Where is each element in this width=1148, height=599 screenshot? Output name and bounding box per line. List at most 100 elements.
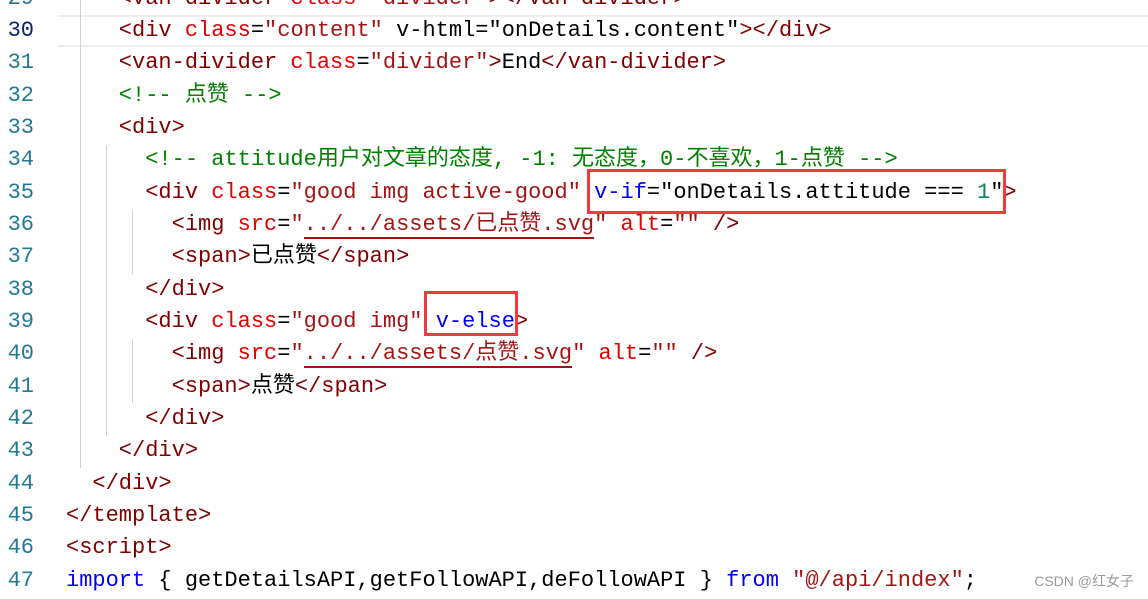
string-token: "good img active-good" <box>290 179 581 205</box>
comment-token: <!-- 点赞 --> <box>66 82 282 108</box>
line-number: 35 <box>7 179 34 205</box>
punctuation-token: = <box>277 179 291 205</box>
text-token: v-html="onDetails.content" <box>382 17 740 43</box>
line-number: 31 <box>7 50 34 76</box>
attribute-token: class <box>198 308 278 334</box>
line-number: 32 <box>7 82 34 108</box>
tag-token: <van-divider <box>66 0 277 11</box>
attribute-token: alt <box>585 341 639 367</box>
code-line[interactable]: </div> <box>66 274 1017 306</box>
code-line[interactable]: <van-divider class="divider">End</van-di… <box>66 47 1017 79</box>
punctuation-token: = <box>250 17 265 43</box>
punctuation-token: = <box>638 341 652 367</box>
code-line[interactable]: <div class="good img" v-else> <box>66 306 1017 338</box>
v-if-highlight-box <box>587 169 1006 214</box>
string-token: "@/api/index" <box>792 567 964 593</box>
code-line[interactable]: import { getDetailsAPI,getFollowAPI,deFo… <box>66 565 1017 597</box>
path-string-underlined: ../../assets/已点赞.svg <box>303 211 595 239</box>
tag-token: </van-divider> <box>541 50 727 76</box>
v-else-highlight-box <box>424 291 518 336</box>
line-number: 38 <box>7 276 34 302</box>
line-number: 41 <box>7 373 34 399</box>
punctuation-token: = <box>277 308 291 334</box>
text-token: ; <box>963 567 977 593</box>
tag-token: ></div> <box>739 17 832 43</box>
string-token: " <box>290 211 304 237</box>
tag-token: <span> <box>66 244 251 270</box>
attribute-token: class <box>277 50 357 76</box>
code-line[interactable]: </div> <box>66 468 1017 500</box>
tag-token: <van-divider <box>66 50 278 76</box>
tag-token: /> <box>699 211 740 237</box>
tag-token: <div <box>66 17 172 43</box>
code-line[interactable]: <div> <box>66 112 1017 144</box>
attribute-token: src <box>224 341 278 367</box>
code-line[interactable]: <img src="../../assets/点赞.svg" alt="" /> <box>66 338 1017 370</box>
line-number: 44 <box>7 470 34 496</box>
tag-token: </span> <box>294 373 388 399</box>
attribute-token: src <box>224 211 278 237</box>
tag-token: <div <box>66 308 199 334</box>
string-token: "" <box>651 341 678 367</box>
line-number: 46 <box>7 535 34 561</box>
code-line[interactable]: </div> <box>66 403 1017 435</box>
string-token: "divider" <box>370 0 489 11</box>
punctuation-token: = <box>277 341 291 367</box>
punctuation-token: = <box>277 211 291 237</box>
string-token: " <box>594 211 608 237</box>
code-lines[interactable]: <van-divider class="divider"></van-divid… <box>66 0 1017 597</box>
tag-token: </template> <box>66 503 212 528</box>
tag-token: </div> <box>66 405 225 431</box>
tag-token: <img <box>66 211 225 237</box>
string-token: "" <box>673 211 700 237</box>
line-number: 37 <box>7 244 34 270</box>
string-token: "content" <box>264 17 383 43</box>
attribute-token: alt <box>607 211 661 237</box>
code-line[interactable]: </div> <box>66 435 1017 467</box>
line-number: 40 <box>7 341 34 367</box>
tag-token: <div> <box>66 114 185 140</box>
attribute-token: class <box>277 0 356 11</box>
tag-token: > <box>488 50 502 76</box>
line-number: 29 <box>0 0 34 15</box>
tag-token: <div <box>66 179 199 205</box>
punctuation-token: = <box>660 211 674 237</box>
keyword-token: import <box>66 567 146 593</box>
punctuation-token: = <box>356 0 369 11</box>
tag-token: <span> <box>66 373 251 399</box>
attribute-token: class <box>171 17 251 43</box>
code-line[interactable]: <!-- 点赞 --> <box>66 80 1017 112</box>
code-editor[interactable]: 29 30 31 32 33 34 35 36 37 38 39 40 41 42 43 44 45 46 47 <… <box>0 0 1148 599</box>
string-token: "divider" <box>369 50 489 76</box>
code-line[interactable]: <span>已点赞</span> <box>66 241 1017 273</box>
line-number: 34 <box>7 147 34 173</box>
punctuation-token: = <box>356 50 370 76</box>
tag-token: <img <box>66 341 225 367</box>
string-token: "good img" <box>290 308 423 334</box>
line-number: 43 <box>7 438 34 464</box>
keyword-token: from <box>726 567 779 593</box>
code-line[interactable]: <span>点赞</span> <box>66 371 1017 403</box>
code-line[interactable]: <script> <box>66 532 1017 564</box>
string-token: " <box>572 341 586 367</box>
line-number: 36 <box>7 211 34 237</box>
tag-token: /> <box>677 341 718 367</box>
line-number: 45 <box>7 503 34 528</box>
code-line[interactable]: <div class="content" v-html="onDetails.c… <box>66 15 1017 47</box>
code-line[interactable]: <van-divider class="divider"></van-divid… <box>66 0 1017 15</box>
tag-token: <script> <box>66 535 172 561</box>
tag-token: </div> <box>66 276 225 302</box>
line-number: 33 <box>7 114 34 140</box>
code-line[interactable]: </template> <box>66 500 1017 532</box>
attribute-token: class <box>198 179 278 205</box>
text-token: 点赞 <box>250 373 295 399</box>
text-token: 已点赞 <box>250 244 317 270</box>
tag-token: </div> <box>66 470 172 496</box>
line-number: 30 <box>7 17 34 43</box>
tag-token: ></van-divider> <box>488 0 686 11</box>
tag-token: </span> <box>316 244 410 270</box>
line-number-gutter: 29 30 31 32 33 34 35 36 37 38 39 40 41 42 43 44 45 46 47 <box>0 0 34 597</box>
string-token: " <box>290 341 304 367</box>
text-token: { getDetailsAPI,getFollowAPI,deFollowAPI… <box>145 567 727 593</box>
